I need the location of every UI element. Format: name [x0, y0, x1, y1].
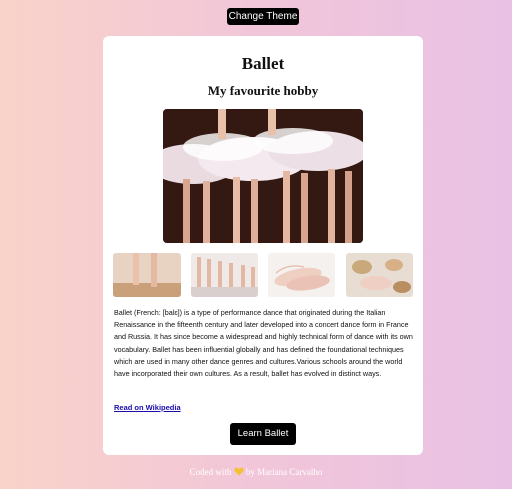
page-title: Ballet — [241, 54, 285, 73]
wikipedia-link[interactable]: Read on Wikipedia — [114, 403, 181, 412]
page-subtitle: My favourite hobby — [207, 83, 319, 98]
thumbnail-ballet-line — [191, 253, 258, 297]
thumbnail-shoes-flatlay — [346, 253, 413, 297]
learn-ballet-button[interactable]: Learn Ballet — [230, 423, 296, 445]
footer-coded-with: Coded with — [189, 467, 232, 477]
heart-icon — [233, 467, 244, 476]
footer-credit: Coded with by Mariana Carvalho — [0, 467, 512, 477]
change-theme-button[interactable]: Change Theme — [227, 8, 299, 25]
ballet-description: Ballet (French: [balɛ]) is a type of per… — [114, 308, 413, 379]
hero-ballet-image — [163, 109, 363, 243]
thumbnail-pointe-feet — [113, 253, 181, 297]
footer-author: by Mariana Carvalho — [245, 467, 323, 477]
thumbnail-pointe-shoes — [268, 253, 335, 297]
content-card: Ballet My favourite hobby Ballet (French… — [103, 36, 423, 455]
